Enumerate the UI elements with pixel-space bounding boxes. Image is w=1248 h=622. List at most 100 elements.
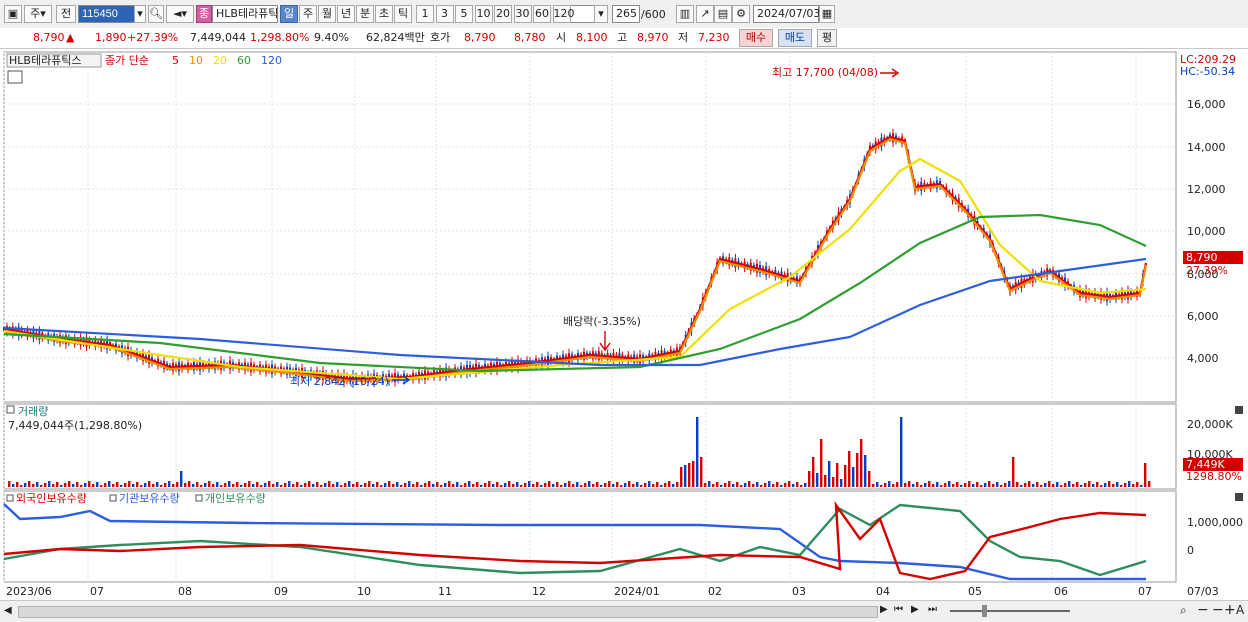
x-label-6: 12: [532, 585, 546, 598]
volume-title: 거래량: [18, 405, 48, 418]
x-label-8: 02: [708, 585, 722, 598]
price-change-pct: +27.39%: [127, 31, 179, 44]
rewind-icon[interactable]: ⏮: [894, 604, 908, 618]
ma-legend-60: 60: [237, 54, 251, 67]
period-tab-4[interactable]: 분: [356, 5, 374, 23]
x-label-7: 2024/01: [614, 585, 660, 598]
x-label-12: 06: [1054, 585, 1068, 598]
ma-legend-120: 120: [261, 54, 282, 67]
table-toggle-icon[interactable]: [7, 70, 23, 84]
window-menu-icon[interactable]: ▣: [4, 5, 22, 23]
current-price: 8,790: [33, 31, 65, 44]
zoom-search-icon[interactable]: ⌕: [1180, 603, 1194, 617]
turnover: 9.40%: [314, 31, 349, 44]
open-label: 시: [556, 31, 567, 44]
high-label: 고: [617, 31, 628, 44]
interval-tab-20[interactable]: 20: [494, 5, 512, 23]
play-icon[interactable]: ▶: [911, 604, 925, 618]
search-icon[interactable]: 🔍︎: [148, 5, 164, 23]
holding-panel-frame: [3, 490, 1177, 583]
zoom-out-icon[interactable]: −: [1197, 602, 1209, 618]
interval-tab-10[interactable]: 10: [474, 5, 493, 23]
holding-tick-1000000: 1,000,000: [1187, 516, 1243, 529]
price-tick-2: 12,000: [1187, 183, 1226, 196]
ask-label: 호가: [430, 31, 451, 44]
count-input[interactable]: 265: [612, 5, 640, 23]
fast-forward-icon[interactable]: ⏭: [928, 604, 942, 618]
stock-name-tag: HLB테라퓨틱스: [9, 54, 82, 67]
volume-tick-20000k: 20,000K: [1187, 418, 1233, 431]
current-price-tag: 8,790: [1186, 251, 1218, 264]
period-tab-6[interactable]: 틱: [394, 5, 412, 23]
ma-legend-20: 20: [213, 54, 227, 67]
prev-button[interactable]: 전: [56, 5, 76, 23]
price-tick-3: 10,000: [1187, 225, 1226, 238]
high-annotation: 최고 17,700 (04/08): [772, 66, 878, 79]
stock-badge: 종: [196, 5, 212, 23]
low-price: 7,230: [698, 31, 730, 44]
current-pct-tag: 27.39%: [1186, 264, 1228, 277]
interval-tab-1[interactable]: 1: [416, 5, 434, 23]
stock-code-input[interactable]: [78, 5, 136, 23]
holding-panel-close-icon[interactable]: [1235, 493, 1243, 501]
zoom-slider[interactable]: [950, 610, 1070, 612]
price-tick-6: 4,000: [1187, 352, 1219, 365]
stock-chart[interactable]: HLB테라퓨틱스 종가 단순 5 10 20 60 120 LC:209.29 HC:-…: [0, 49, 1248, 600]
interval-dropdown-icon[interactable]: ▾: [594, 5, 608, 23]
period-tab-3[interactable]: 년: [337, 5, 355, 23]
interval-tab-60[interactable]: 60: [533, 5, 551, 23]
zoom-in-icon[interactable]: +: [1224, 602, 1236, 618]
period-tab-1[interactable]: 주: [299, 5, 317, 23]
holding-legend: 외국인보유수량 기관보유수량 개인보유수량: [6, 492, 266, 505]
count-max: /600: [641, 8, 666, 21]
scroll-left-icon[interactable]: ◀: [4, 605, 14, 617]
draw-line-icon[interactable]: ↗: [696, 5, 714, 23]
stock-name-field[interactable]: HLB테라퓨틱: [212, 5, 278, 23]
font-size-icon[interactable]: A: [1236, 603, 1246, 617]
calendar-icon[interactable]: ▦: [819, 5, 835, 23]
sell-button[interactable]: 매도: [778, 29, 812, 47]
open-price: 8,100: [576, 31, 608, 44]
zoom-slider-handle[interactable]: [982, 605, 987, 617]
save-icon[interactable]: ▤: [714, 5, 732, 23]
price-axis: 16,00014,00012,00010,0008,0006,0004,000: [1187, 98, 1226, 365]
toolbar: ▣ 주▾ 전 ▾ 🔍︎ ◄▾ 종 HLB테라퓨틱 ▾ 265 /600 ▥ ↗ …: [0, 0, 1248, 29]
eval-button[interactable]: 평: [817, 29, 837, 47]
gear-icon[interactable]: ⚙: [732, 5, 750, 23]
interval-tab-3[interactable]: 3: [435, 5, 454, 23]
code-dropdown-icon[interactable]: ▾: [134, 5, 146, 23]
x-label-1: 07: [90, 585, 104, 598]
x-label-4: 10: [357, 585, 371, 598]
bid-price: 8,780: [514, 31, 546, 44]
volume-panel-toggle-icon[interactable]: [6, 405, 15, 414]
market-select[interactable]: 주▾: [24, 5, 52, 23]
holding-legend-marker-1: [109, 494, 117, 502]
x-label-2: 08: [178, 585, 192, 598]
zoom-reset-icon[interactable]: −: [1212, 602, 1224, 618]
x-label-3: 09: [274, 585, 288, 598]
interval-tab-120[interactable]: 120: [552, 5, 575, 23]
date-input[interactable]: 2024/07/03: [753, 5, 820, 23]
dividend-annotation: 배당락(-3.35%): [563, 315, 641, 328]
x-axis: 2023/06 07 08 09 10 11 12 2024/01 02 03 04 05 06 07 07…: [6, 585, 1219, 598]
holding-legend-2: 개인보유수량: [205, 492, 266, 505]
period-tab-2[interactable]: 월: [318, 5, 336, 23]
ma-label: 종가 단순: [105, 54, 149, 67]
price-tick-1: 14,000: [1187, 141, 1226, 154]
scroll-track[interactable]: [18, 606, 878, 618]
volume-panel-close-icon[interactable]: [1235, 406, 1243, 414]
period-tab-0[interactable]: 일: [280, 5, 298, 23]
speaker-icon[interactable]: ◄▾: [166, 5, 194, 23]
buy-button[interactable]: 매수: [739, 29, 773, 47]
holding-legend-marker-2: [195, 494, 203, 502]
interval-tab-30[interactable]: 30: [513, 5, 532, 23]
hc-label: HC:-50.34: [1180, 65, 1235, 78]
period-tab-5[interactable]: 초: [375, 5, 393, 23]
chart-scrollbar[interactable]: ◀ ▶ ⏮ ▶ ⏭ ⌕ − − + A: [0, 600, 1248, 622]
x-label-5: 11: [438, 585, 452, 598]
interval-tab-5[interactable]: 5: [455, 5, 473, 23]
ask-price: 8,790: [464, 31, 496, 44]
volume: 7,449,044: [190, 31, 246, 44]
scroll-right-icon[interactable]: ▶: [880, 604, 890, 618]
candle-type-icon[interactable]: ▥: [676, 5, 694, 23]
